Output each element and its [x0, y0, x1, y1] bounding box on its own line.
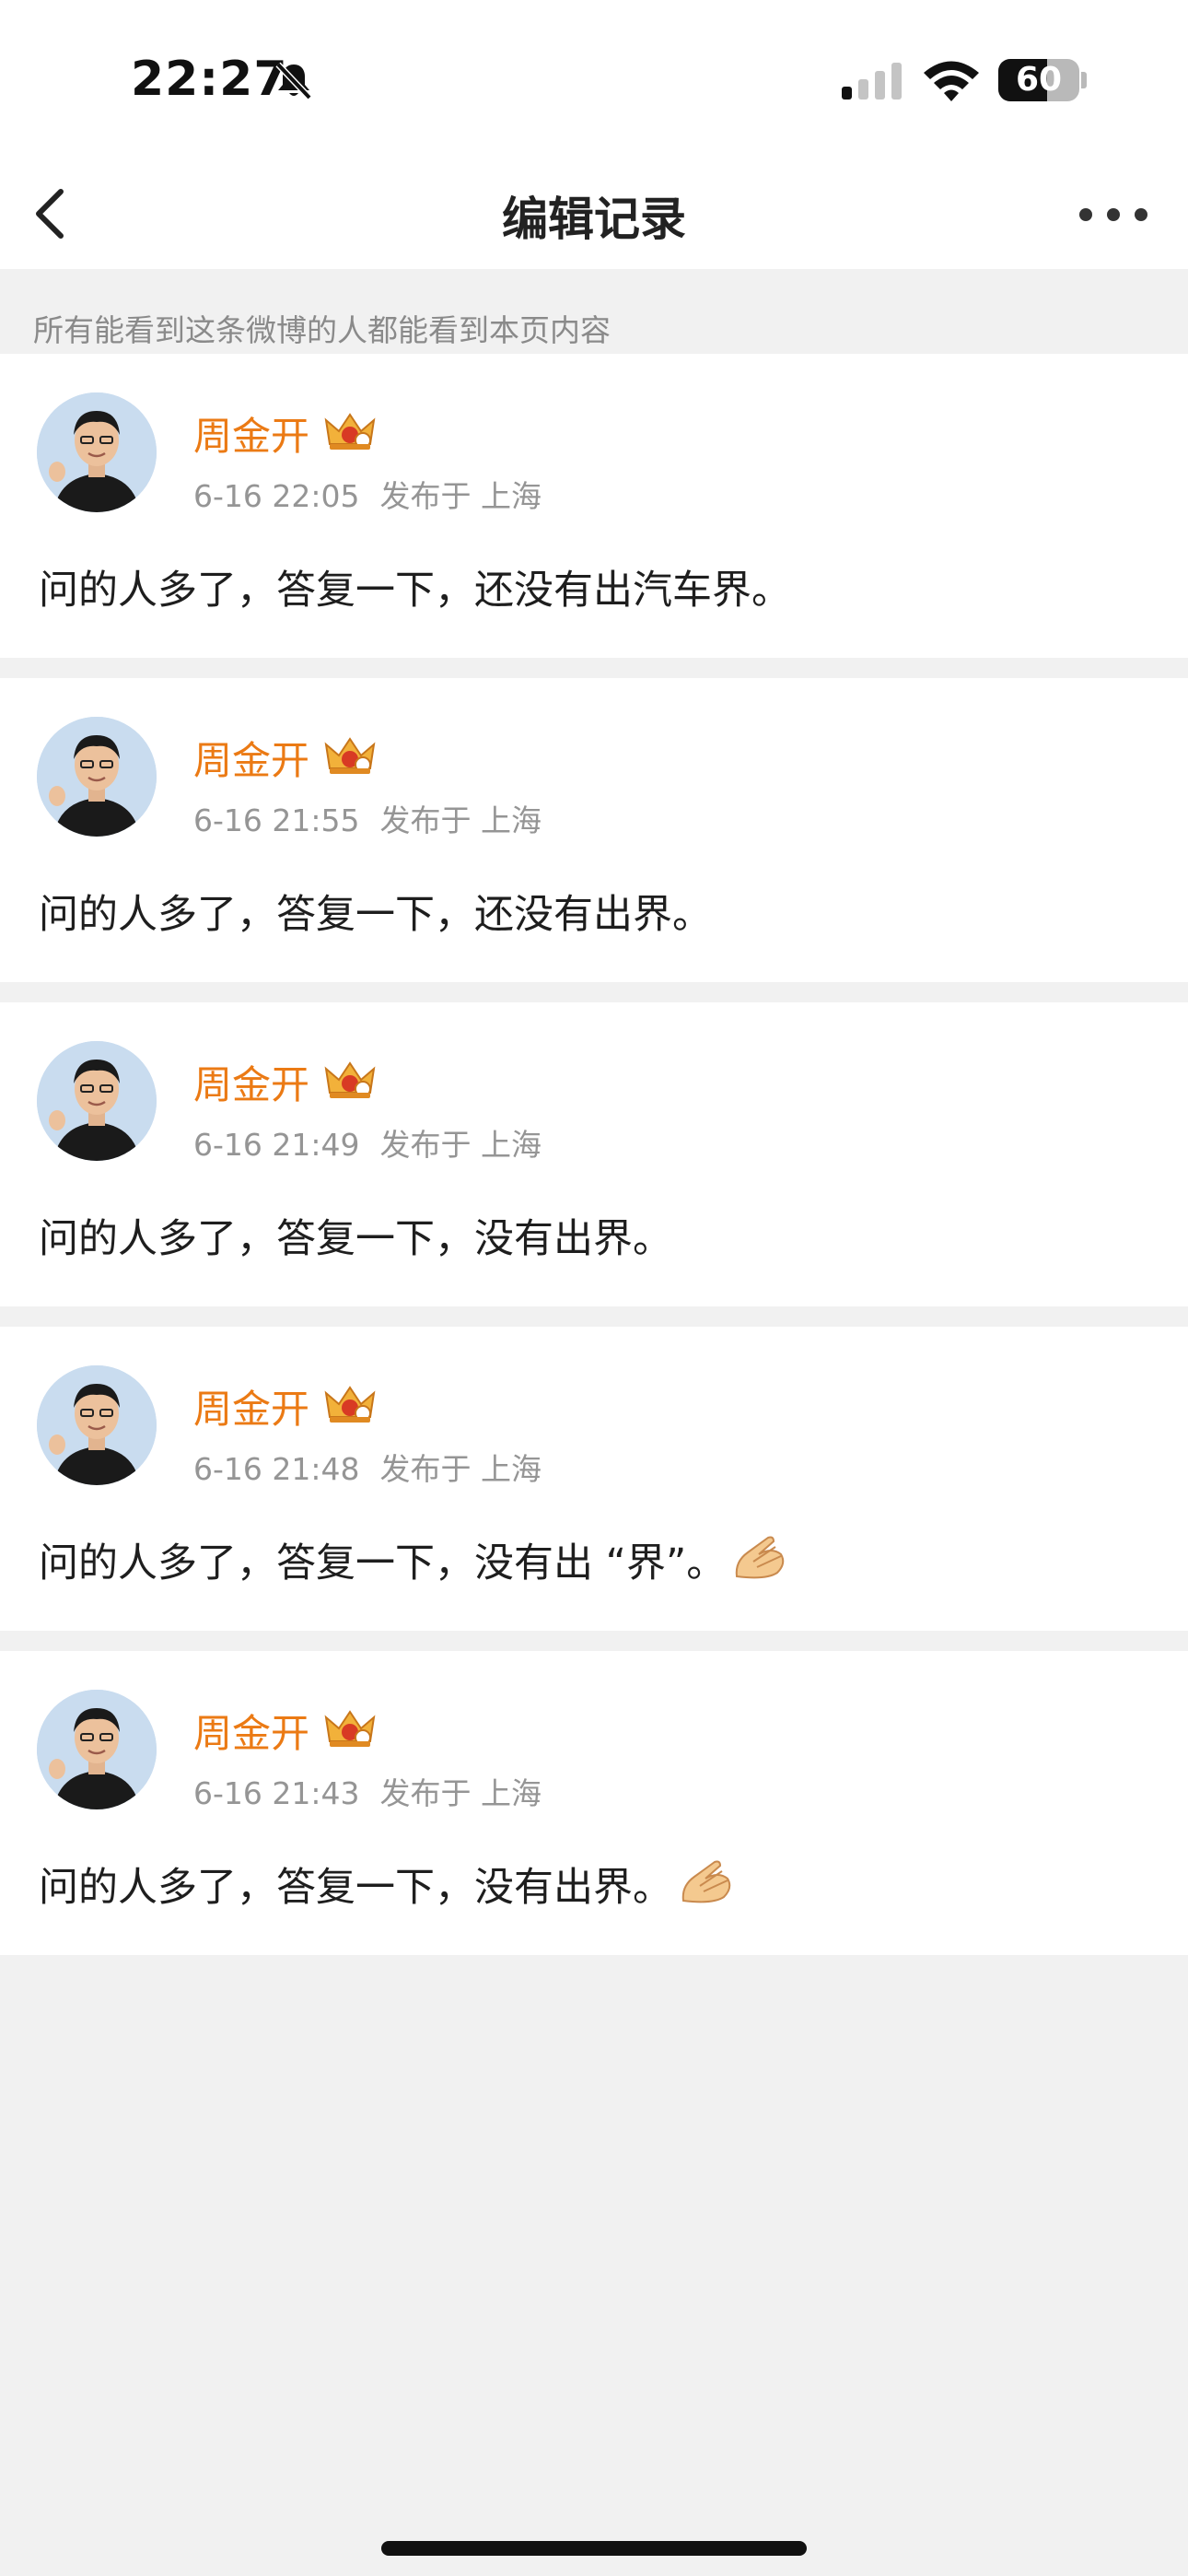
- edit-record-card: 周金开 6-16 21:43 发布于 上海 问的人多了，答复一下，没有出界。: [0, 1651, 1188, 1955]
- notice-text: 所有能看到这条微博的人都能看到本页内容: [33, 312, 611, 348]
- vip-crown-icon: [324, 1386, 376, 1423]
- post-content: 问的人多了，答复一下，没有出界。: [39, 1207, 672, 1264]
- vip-crown-icon: [324, 1710, 376, 1747]
- avatar[interactable]: [37, 1365, 157, 1485]
- wifi-icon: [924, 61, 979, 101]
- vip-crown-icon: [324, 413, 376, 450]
- post-text: 问的人多了，答复一下，没有出界。: [39, 1865, 672, 1911]
- post-location: 发布于 上海: [379, 478, 542, 514]
- vip-crown-icon: [324, 737, 376, 774]
- post-content: 问的人多了，答复一下，还没有出汽车界。: [39, 558, 791, 615]
- post-text: 问的人多了，答复一下，还没有出界。: [39, 892, 712, 938]
- post-meta: 6-16 22:05 发布于 上海: [193, 472, 542, 516]
- post-time: 6-16 21:49: [193, 1127, 360, 1163]
- home-indicator: [381, 2541, 807, 2556]
- avatar[interactable]: [37, 392, 157, 512]
- post-time: 6-16 21:55: [193, 802, 360, 838]
- visibility-notice: 所有能看到这条微博的人都能看到本页内容: [0, 269, 1188, 354]
- post-location: 发布于 上海: [379, 1127, 542, 1163]
- post-location: 发布于 上海: [379, 1775, 542, 1811]
- post-content: 问的人多了，答复一下，没有出 “界”。: [39, 1531, 788, 1588]
- avatar[interactable]: [37, 717, 157, 837]
- cellular-signal-icon: [842, 63, 902, 100]
- post-meta: 6-16 21:43 发布于 上海: [193, 1769, 542, 1813]
- vip-crown-icon: [324, 1061, 376, 1098]
- post-time: 6-16 21:43: [193, 1775, 360, 1811]
- edit-record-card: 周金开 6-16 22:05 发布于 上海 问的人多了，答复一下，还没有出汽车界。: [0, 354, 1188, 658]
- nav-bar: 编辑记录: [0, 157, 1188, 269]
- post-content: 问的人多了，答复一下，没有出界。: [39, 1856, 735, 1913]
- status-bar: 22:27 60: [0, 0, 1188, 157]
- pray-hands-emoji: [735, 1536, 785, 1579]
- battery-percent: 60: [1015, 61, 1063, 99]
- author-name[interactable]: 周金开: [193, 1378, 309, 1434]
- author-name[interactable]: 周金开: [193, 405, 309, 462]
- post-meta: 6-16 21:55 发布于 上海: [193, 796, 542, 840]
- pray-hands-emoji: [681, 1860, 731, 1903]
- post-location: 发布于 上海: [379, 1451, 542, 1487]
- post-text: 问的人多了，答复一下，没有出界。: [39, 1216, 672, 1262]
- post-location: 发布于 上海: [379, 802, 542, 838]
- post-meta: 6-16 21:49 发布于 上海: [193, 1120, 542, 1165]
- avatar[interactable]: [37, 1041, 157, 1161]
- status-time: 22:27: [131, 52, 288, 107]
- author-name[interactable]: 周金开: [193, 1054, 309, 1110]
- post-content: 问的人多了，答复一下，还没有出界。: [39, 883, 712, 940]
- avatar[interactable]: [37, 1690, 157, 1809]
- post-time: 6-16 22:05: [193, 478, 360, 514]
- author-name[interactable]: 周金开: [193, 730, 309, 786]
- battery-tip: [1081, 72, 1087, 88]
- bell-slash-icon: [275, 62, 312, 100]
- post-text: 问的人多了，答复一下，没有出 “界”。: [39, 1540, 727, 1587]
- more-dots-icon[interactable]: [1077, 184, 1151, 240]
- edit-record-card: 周金开 6-16 21:55 发布于 上海 问的人多了，答复一下，还没有出界。: [0, 678, 1188, 982]
- post-text: 问的人多了，答复一下，还没有出汽车界。: [39, 568, 791, 614]
- page-title: 编辑记录: [502, 193, 686, 246]
- battery-icon: 60: [998, 59, 1079, 101]
- post-meta: 6-16 21:48 发布于 上海: [193, 1445, 542, 1489]
- edit-record-card: 周金开 6-16 21:49 发布于 上海 问的人多了，答复一下，没有出界。: [0, 1002, 1188, 1306]
- post-time: 6-16 21:48: [193, 1451, 360, 1487]
- author-name[interactable]: 周金开: [193, 1703, 309, 1759]
- edit-record-card: 周金开 6-16 21:48 发布于 上海 问的人多了，答复一下，没有出 “界”。: [0, 1327, 1188, 1631]
